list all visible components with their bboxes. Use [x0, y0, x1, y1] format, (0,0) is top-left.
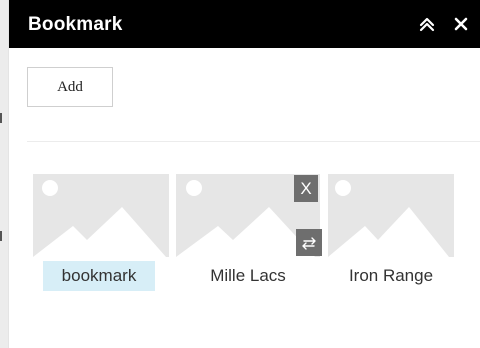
delete-bookmark-button[interactable]: X — [294, 175, 318, 202]
panel-header: Bookmark — [9, 0, 480, 48]
map-edge-mark — [0, 113, 2, 123]
panel-title: Bookmark — [28, 14, 123, 35]
double-chevron-up-icon — [419, 17, 435, 32]
map-edge-mark — [0, 231, 2, 241]
add-bookmark-button[interactable]: Add — [27, 67, 113, 107]
divider — [27, 141, 480, 142]
map-background-strip — [0, 0, 8, 348]
close-icon — [454, 17, 468, 31]
image-placeholder-icon — [33, 180, 166, 257]
reorder-bookmark-button[interactable] — [296, 229, 322, 256]
swap-arrows-icon — [302, 236, 316, 250]
bookmark-panel: Bookmark Add bookmark Mille Lacs Iron Ra… — [8, 0, 480, 348]
bookmark-thumbnail — [33, 174, 169, 257]
bookmark-card[interactable]: Iron Range — [328, 174, 454, 285]
bookmark-name-input[interactable]: bookmark — [43, 261, 155, 291]
bookmark-thumbnail — [328, 174, 454, 257]
bookmark-label: Mille Lacs — [210, 266, 286, 285]
image-placeholder-icon — [328, 180, 449, 257]
collapse-button[interactable] — [415, 12, 439, 36]
bookmark-label: Iron Range — [348, 266, 434, 285]
close-button[interactable] — [449, 12, 473, 36]
bookmark-card[interactable]: bookmark — [33, 174, 169, 291]
